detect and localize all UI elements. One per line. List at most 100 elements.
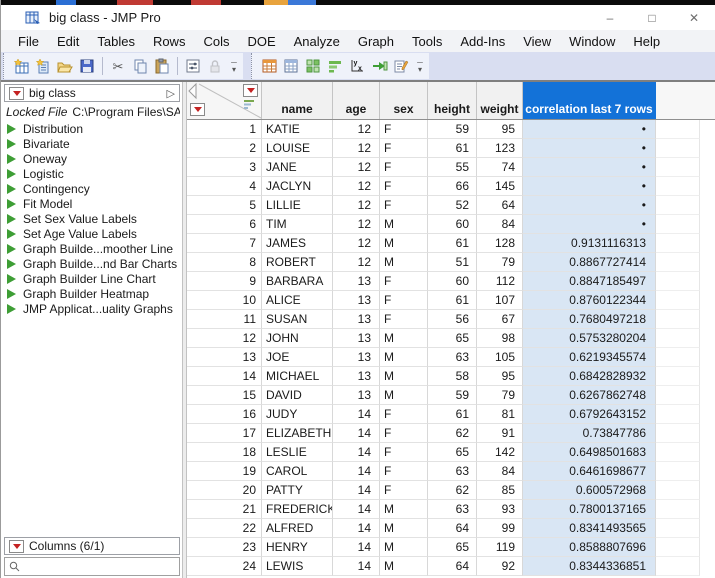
minimize-button[interactable]: –: [589, 5, 631, 30]
name-cell[interactable]: LILLIE: [262, 196, 333, 215]
script-item[interactable]: Graph Builder Heatmap: [4, 286, 180, 301]
sex-cell[interactable]: M: [380, 215, 428, 234]
menu-item-rows[interactable]: Rows: [144, 32, 195, 51]
row-number-cell[interactable]: 13: [187, 348, 262, 367]
script-item[interactable]: Fit Model: [4, 196, 180, 211]
column-header-weight[interactable]: weight: [477, 82, 523, 119]
correlation-cell[interactable]: 0.8588807696: [523, 538, 656, 557]
correlation-cell[interactable]: •: [523, 177, 656, 196]
name-cell[interactable]: BARBARA: [262, 272, 333, 291]
age-cell[interactable]: 13: [333, 329, 380, 348]
name-cell[interactable]: PATTY: [262, 481, 333, 500]
age-cell[interactable]: 14: [333, 462, 380, 481]
correlation-cell[interactable]: 0.6842828932: [523, 367, 656, 386]
menu-item-cols[interactable]: Cols: [194, 32, 238, 51]
name-cell[interactable]: JAMES: [262, 234, 333, 253]
height-cell[interactable]: 52: [428, 196, 477, 215]
age-cell[interactable]: 12: [333, 177, 380, 196]
sex-cell[interactable]: F: [380, 139, 428, 158]
sex-cell[interactable]: M: [380, 538, 428, 557]
script-item[interactable]: Set Sex Value Labels: [4, 211, 180, 226]
sex-cell[interactable]: F: [380, 196, 428, 215]
sex-cell[interactable]: M: [380, 519, 428, 538]
menu-item-doe[interactable]: DOE: [238, 32, 284, 51]
correlation-cell[interactable]: 0.7680497218: [523, 310, 656, 329]
copy-icon[interactable]: [129, 55, 151, 77]
name-cell[interactable]: ALICE: [262, 291, 333, 310]
new-journal-icon[interactable]: [32, 55, 54, 77]
height-cell[interactable]: 61: [428, 234, 477, 253]
sex-cell[interactable]: M: [380, 329, 428, 348]
correlation-cell[interactable]: •: [523, 158, 656, 177]
height-cell[interactable]: 64: [428, 557, 477, 576]
sex-cell[interactable]: M: [380, 234, 428, 253]
weight-cell[interactable]: 67: [477, 310, 523, 329]
script-item[interactable]: Set Age Value Labels: [4, 226, 180, 241]
column-header-sex[interactable]: sex: [380, 82, 428, 119]
menu-item-edit[interactable]: Edit: [48, 32, 88, 51]
weight-cell[interactable]: 84: [477, 462, 523, 481]
height-cell[interactable]: 61: [428, 291, 477, 310]
sex-cell[interactable]: F: [380, 481, 428, 500]
row-number-cell[interactable]: 4: [187, 177, 262, 196]
weight-cell[interactable]: 84: [477, 215, 523, 234]
table-panel-header[interactable]: big class ▷: [4, 84, 180, 102]
column-header-name[interactable]: name: [262, 82, 333, 119]
sex-cell[interactable]: M: [380, 500, 428, 519]
age-cell[interactable]: 12: [333, 158, 380, 177]
correlation-cell[interactable]: 0.8341493565: [523, 519, 656, 538]
height-cell[interactable]: 58: [428, 367, 477, 386]
row-number-cell[interactable]: 11: [187, 310, 262, 329]
correlation-cell[interactable]: 0.8867727414: [523, 253, 656, 272]
name-cell[interactable]: SUSAN: [262, 310, 333, 329]
row-number-cell[interactable]: 6: [187, 215, 262, 234]
name-cell[interactable]: ALFRED: [262, 519, 333, 538]
name-cell[interactable]: TIM: [262, 215, 333, 234]
weight-cell[interactable]: 145: [477, 177, 523, 196]
row-number-cell[interactable]: 12: [187, 329, 262, 348]
close-button[interactable]: ✕: [673, 5, 715, 30]
age-cell[interactable]: 13: [333, 272, 380, 291]
cut-icon[interactable]: ✂: [107, 55, 129, 77]
table-menu-red-triangle-icon[interactable]: [9, 87, 24, 100]
sex-cell[interactable]: F: [380, 462, 428, 481]
paste-icon[interactable]: [151, 55, 173, 77]
correlation-cell[interactable]: 0.6498501683: [523, 443, 656, 462]
age-cell[interactable]: 14: [333, 538, 380, 557]
row-number-cell[interactable]: 14: [187, 367, 262, 386]
open-icon[interactable]: [54, 55, 76, 77]
weight-cell[interactable]: 92: [477, 557, 523, 576]
menu-item-help[interactable]: Help: [624, 32, 669, 51]
age-cell[interactable]: 14: [333, 519, 380, 538]
correlation-cell[interactable]: •: [523, 196, 656, 215]
script-item[interactable]: Graph Builder Line Chart: [4, 271, 180, 286]
correlation-cell[interactable]: 0.73847786: [523, 424, 656, 443]
age-cell[interactable]: 12: [333, 234, 380, 253]
row-number-cell[interactable]: 9: [187, 272, 262, 291]
age-cell[interactable]: 14: [333, 424, 380, 443]
name-cell[interactable]: ROBERT: [262, 253, 333, 272]
weight-cell[interactable]: 64: [477, 196, 523, 215]
sex-cell[interactable]: F: [380, 177, 428, 196]
age-cell[interactable]: 13: [333, 367, 380, 386]
weight-cell[interactable]: 74: [477, 158, 523, 177]
name-cell[interactable]: MICHAEL: [262, 367, 333, 386]
column-header-correlation-selected[interactable]: correlation last 7 rows: [523, 82, 656, 119]
sex-cell[interactable]: F: [380, 291, 428, 310]
script-editor-icon[interactable]: [390, 55, 412, 77]
height-cell[interactable]: 59: [428, 120, 477, 139]
height-cell[interactable]: 62: [428, 481, 477, 500]
weight-cell[interactable]: 95: [477, 120, 523, 139]
weight-cell[interactable]: 112: [477, 272, 523, 291]
height-cell[interactable]: 56: [428, 310, 477, 329]
menu-item-view[interactable]: View: [514, 32, 560, 51]
name-cell[interactable]: LESLIE: [262, 443, 333, 462]
distribution-icon[interactable]: [302, 55, 324, 77]
columns-search-input[interactable]: [4, 557, 180, 576]
row-number-cell[interactable]: 19: [187, 462, 262, 481]
menu-item-graph[interactable]: Graph: [349, 32, 403, 51]
maximize-button[interactable]: □: [631, 5, 673, 30]
sex-cell[interactable]: M: [380, 348, 428, 367]
height-cell[interactable]: 61: [428, 405, 477, 424]
weight-cell[interactable]: 81: [477, 405, 523, 424]
